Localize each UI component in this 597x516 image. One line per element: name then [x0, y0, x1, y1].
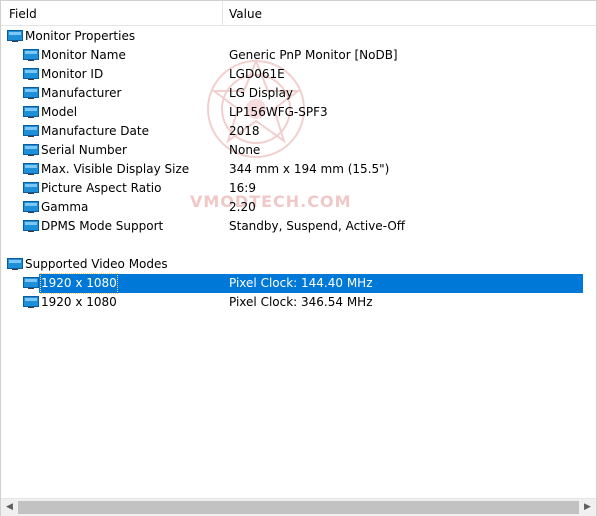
- list-item[interactable]: Gamma 2.20: [1, 198, 596, 217]
- field-label: Manufacturer: [41, 86, 122, 100]
- group-title: Monitor Properties: [25, 29, 136, 43]
- field-value: LP156WFG-SPF3: [229, 105, 328, 119]
- group-title: Supported Video Modes: [25, 257, 168, 271]
- field-value: Pixel Clock: 144.40 MHz: [229, 276, 373, 290]
- list-item[interactable]: Manufacture Date 2018: [1, 122, 596, 141]
- field-label: DPMS Mode Support: [41, 219, 164, 233]
- field-value: LGD061E: [229, 67, 285, 81]
- list-item[interactable]: Max. Visible Display Size 344 mm x 194 m…: [1, 160, 596, 179]
- arrow-right-icon[interactable]: ▶: [579, 499, 596, 516]
- arrow-left-icon[interactable]: ◀: [1, 499, 18, 516]
- monitor-icon: [23, 201, 39, 213]
- field-value: Generic PnP Monitor [NoDB]: [229, 48, 398, 62]
- list-item[interactable]: Picture Aspect Ratio 16:9: [1, 179, 596, 198]
- monitor-icon: [23, 220, 39, 232]
- monitor-icon: [23, 68, 39, 80]
- list-item[interactable]: Monitor Name Generic PnP Monitor [NoDB]: [1, 46, 596, 65]
- list-item[interactable]: Serial Number None: [1, 141, 596, 160]
- monitor-icon: [23, 87, 39, 99]
- horizontal-scrollbar[interactable]: ◀ ▶: [1, 498, 596, 516]
- monitor-icon: [23, 144, 39, 156]
- field-value: Pixel Clock: 346.54 MHz: [229, 295, 373, 309]
- field-label: Manufacture Date: [41, 124, 149, 138]
- properties-list-view[interactable]: Field Value VMODTECH.COM Monitor Propert…: [0, 0, 597, 516]
- scrollbar-thumb[interactable]: [18, 501, 579, 514]
- field-label: 1920 x 1080: [40, 273, 118, 294]
- list-item[interactable]: Model LP156WFG-SPF3: [1, 103, 596, 122]
- field-value: 344 mm x 194 mm (15.5"): [229, 162, 390, 176]
- field-label: Serial Number: [41, 143, 127, 157]
- column-header: Field Value: [1, 1, 596, 26]
- group-supported-video-modes[interactable]: Supported Video Modes: [1, 255, 596, 274]
- list-item[interactable]: Monitor ID LGD061E: [1, 65, 596, 84]
- list-item[interactable]: DPMS Mode Support Standby, Suspend, Acti…: [1, 217, 596, 236]
- field-label: Model: [41, 105, 78, 119]
- monitor-icon: [23, 296, 39, 308]
- list-item-selected[interactable]: 1920 x 1080 Pixel Clock: 144.40 MHz: [1, 273, 596, 294]
- monitor-icon: [23, 125, 39, 137]
- field-value: None: [229, 143, 261, 157]
- field-label: Monitor ID: [41, 67, 104, 81]
- field-label: Max. Visible Display Size: [41, 162, 190, 176]
- field-label: 1920 x 1080: [41, 295, 117, 309]
- column-header-value[interactable]: Value: [223, 1, 596, 25]
- field-value: 2018: [229, 124, 260, 138]
- monitor-icon: [23, 49, 39, 61]
- field-label: Picture Aspect Ratio: [41, 181, 162, 195]
- monitor-icon: [7, 30, 23, 42]
- list-item[interactable]: Manufacturer LG Display: [1, 84, 596, 103]
- monitor-icon: [23, 277, 39, 289]
- field-label: Gamma: [41, 200, 89, 214]
- field-value: Standby, Suspend, Active-Off: [229, 219, 406, 233]
- monitor-icon: [23, 163, 39, 175]
- group-monitor-properties[interactable]: Monitor Properties: [1, 27, 596, 46]
- list-item[interactable]: 1920 x 1080 Pixel Clock: 346.54 MHz: [1, 293, 596, 312]
- field-value: 2.20: [229, 200, 256, 214]
- column-header-field[interactable]: Field: [1, 1, 223, 25]
- monitor-icon: [23, 106, 39, 118]
- monitor-icon: [23, 182, 39, 194]
- field-label: Monitor Name: [41, 48, 126, 62]
- field-value: LG Display: [229, 86, 294, 100]
- monitor-icon: [7, 258, 23, 270]
- field-value: 16:9: [229, 181, 256, 195]
